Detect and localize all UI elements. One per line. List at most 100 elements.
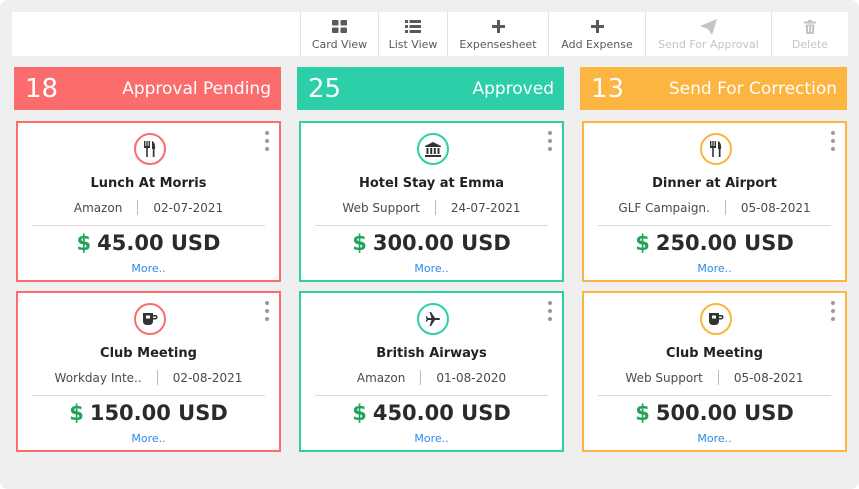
expense-meta: GLF Campaign. 05-08-2021 [584,200,845,215]
meta-separator [156,370,158,385]
card-menu-button[interactable] [264,301,270,321]
plus-icon [590,18,604,36]
column-approval-pending: 18 Approval Pending Lunch At Morris Amaz… [14,67,281,452]
amount-value: 250.00 USD [655,231,794,255]
more-link[interactable]: More.. [584,432,845,445]
more-link[interactable]: More.. [18,432,279,445]
expense-meta: Amazon 01-08-2020 [301,370,562,385]
card-divider [598,225,831,226]
expense-project: Amazon [73,200,123,215]
expense-amount: $250.00 USD [584,231,845,255]
expense-project: GLF Campaign. [618,200,710,215]
meta-separator [434,200,436,215]
expensesheet-button[interactable]: Expensesheet [447,12,548,56]
status-count: 13 [591,73,625,104]
airplane-icon [417,303,449,335]
amount-value: 450.00 USD [372,401,511,425]
expense-card[interactable]: Dinner at Airport GLF Campaign. 05-08-20… [582,121,847,282]
expense-project: Web Support [342,200,420,215]
card-menu-button[interactable] [830,301,836,321]
expense-project: Amazon [356,370,406,385]
coffee-cup-icon [700,303,732,335]
more-link[interactable]: More.. [301,262,562,275]
expense-project: Workday Inte.. [54,370,142,385]
expense-project: Web Support [625,370,703,385]
column-send-for-correction: 13 Send For Correction Dinner at Airport… [580,67,847,452]
card-divider [32,225,265,226]
column-header[interactable]: 25 Approved [297,67,564,110]
expensesheet-label: Expensesheet [459,37,537,51]
currency-symbol: $ [352,231,367,255]
list-icon [405,18,421,36]
expense-card[interactable]: British Airways Amazon 01-08-2020 $450.0… [299,291,564,452]
expense-amount: $150.00 USD [18,401,279,425]
status-count: 25 [308,73,342,104]
meta-separator [724,200,726,215]
expense-date: 05-08-2021 [740,200,811,215]
expense-meta: Web Support 05-08-2021 [584,370,845,385]
coffee-cup-icon [134,303,166,335]
expense-title: Hotel Stay at Emma [358,176,505,191]
send-for-approval-label: Send For Approval [658,37,759,51]
more-link[interactable]: More.. [584,262,845,275]
currency-symbol: $ [76,231,92,255]
card-divider [315,225,548,226]
delete-label: Delete [791,37,829,51]
paper-plane-icon [700,18,717,36]
list-view-button[interactable]: List View [378,12,447,56]
card-view-button[interactable]: Card View [300,12,378,56]
plus-icon [491,18,505,36]
expense-title: British Airways [376,346,487,361]
more-link[interactable]: More.. [301,432,562,445]
toolbar: Card View List View Expensesheet Add Exp… [12,12,848,56]
expense-app: Card View List View Expensesheet Add Exp… [0,0,859,489]
column-approved: 25 Approved Hotel Stay at Emma Web Suppo… [297,67,564,452]
expense-date: 24-07-2021 [450,200,521,215]
more-link[interactable]: More.. [18,262,279,275]
expense-meta: Amazon 02-07-2021 [18,200,279,215]
add-expense-label: Add Expense [561,37,633,51]
card-menu-button[interactable] [830,131,836,151]
fork-knife-icon [700,133,732,165]
expense-amount: $450.00 USD [301,401,562,425]
column-header[interactable]: 18 Approval Pending [14,67,281,110]
expense-date: 02-07-2021 [153,200,224,215]
card-divider [315,395,548,396]
status-title: Send For Correction [668,78,837,99]
trash-icon [804,18,816,36]
expense-meta: Workday Inte.. 02-08-2021 [18,370,279,385]
expense-card[interactable]: Lunch At Morris Amazon 02-07-2021 $45.00… [16,121,281,282]
expense-amount: $45.00 USD [18,231,279,255]
meta-separator [717,370,719,385]
column-header[interactable]: 13 Send For Correction [580,67,847,110]
card-divider [598,395,831,396]
expense-title: Lunch At Morris [90,176,207,191]
card-menu-button[interactable] [547,131,553,151]
card-view-label: Card View [311,37,368,51]
expense-card[interactable]: Hotel Stay at Emma Web Support 24-07-202… [299,121,564,282]
expense-date: 05-08-2021 [733,370,804,385]
expense-title: Dinner at Airport [652,176,777,191]
amount-value: 500.00 USD [655,401,794,425]
currency-symbol: $ [69,401,84,425]
expense-card[interactable]: Club Meeting Web Support 05-08-2021 $500… [582,291,847,452]
expense-date: 02-08-2021 [172,370,243,385]
expense-card[interactable]: Club Meeting Workday Inte.. 02-08-2021 $… [16,291,281,452]
currency-symbol: $ [635,231,650,255]
bank-icon [417,133,449,165]
list-view-label: List View [388,37,438,51]
send-for-approval-button[interactable]: Send For Approval [645,12,771,56]
card-divider [32,395,265,396]
expense-date: 01-08-2020 [436,370,507,385]
meta-separator [137,200,139,215]
amount-value: 150.00 USD [89,401,228,425]
meta-separator [420,370,422,385]
expense-meta: Web Support 24-07-2021 [301,200,562,215]
card-menu-button[interactable] [264,131,270,151]
amount-value: 300.00 USD [372,231,511,255]
delete-button[interactable]: Delete [771,12,848,56]
expense-title: Club Meeting [100,346,197,361]
expense-amount: $300.00 USD [301,231,562,255]
card-menu-button[interactable] [547,301,553,321]
add-expense-button[interactable]: Add Expense [548,12,645,56]
